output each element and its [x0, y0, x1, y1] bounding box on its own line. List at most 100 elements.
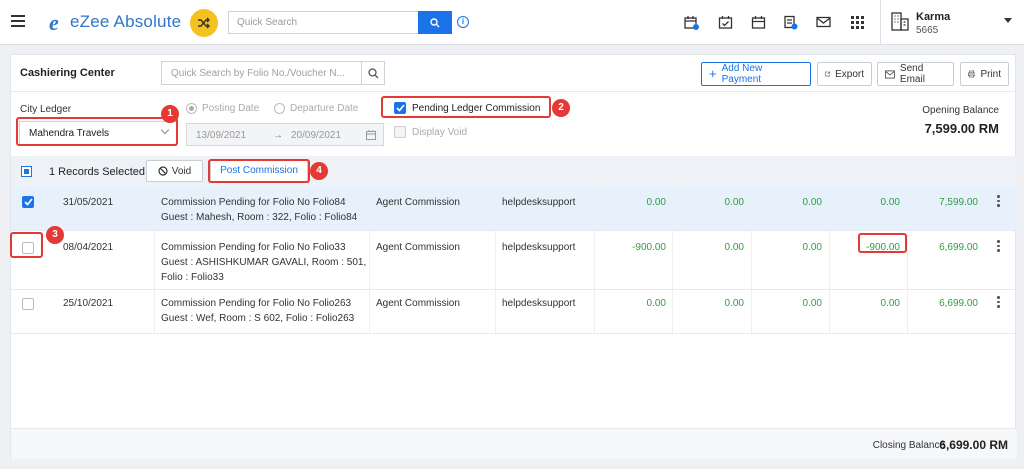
annotation-highlight	[208, 159, 310, 183]
row-balance: 6,699.00	[939, 298, 978, 309]
row-checkbox[interactable]	[22, 298, 34, 310]
closing-balance-value: 6,699.00 RM	[939, 438, 1008, 452]
print-button[interactable]: Print	[960, 62, 1009, 86]
closing-balance-bar: Closing Balance 6,699.00 RM	[11, 428, 1017, 459]
row-desc-line1: Commission Pending for Folio No Folio263	[161, 298, 352, 309]
annotation-highlight	[381, 96, 551, 118]
user-id: 5665	[916, 25, 939, 36]
annotation-highlight	[858, 233, 907, 253]
more-options-icon[interactable]	[997, 240, 1000, 254]
row-type: Agent Commission	[376, 242, 460, 253]
annotation-badge: 1	[161, 105, 179, 123]
void-button[interactable]: Void	[146, 160, 203, 182]
menu-icon[interactable]	[11, 15, 25, 27]
divider	[11, 91, 1017, 92]
mail-icon[interactable]	[814, 13, 832, 31]
building-icon	[891, 11, 909, 34]
plus-icon: +	[709, 66, 717, 81]
closing-balance-label: Closing Balance	[872, 440, 945, 451]
apps-grid-icon[interactable]	[848, 13, 866, 31]
mail-icon	[885, 69, 895, 79]
row-checkbox[interactable]	[22, 196, 34, 208]
send-email-label: Send Email	[899, 63, 925, 85]
search-button[interactable]	[418, 11, 452, 34]
annotation-badge: 3	[46, 226, 64, 244]
export-button[interactable]: Export	[817, 62, 872, 86]
row-amount-4: 0.00	[880, 298, 900, 309]
document-badge-icon[interactable]	[781, 13, 799, 31]
city-ledger-label: City Ledger	[20, 104, 72, 115]
table-row[interactable]: 31/05/2021 Commission Pending for Folio …	[11, 186, 1017, 231]
more-options-icon[interactable]	[997, 195, 1000, 209]
departure-date-label: Departure Date	[290, 103, 359, 114]
row-desc-line2: Guest : Wef, Room : S 602, Folio : Folio…	[161, 313, 355, 324]
calendar-check-icon[interactable]	[716, 13, 734, 31]
export-icon	[825, 71, 830, 77]
opening-balance-value: 7,599.00 RM	[924, 121, 999, 136]
row-date: 08/04/2021	[63, 242, 114, 253]
page-title: Cashiering Center	[20, 67, 115, 79]
search-icon	[430, 17, 440, 27]
table-row[interactable]: 25/10/2021 Commission Pending for Folio …	[11, 290, 1017, 334]
date-range-field[interactable]: 13/09/2021 → 20/09/2021	[186, 123, 384, 146]
app-logo-text: eZee Absolute	[70, 12, 182, 31]
add-new-payment-button[interactable]: + Add New Payment	[701, 62, 811, 86]
info-icon[interactable]: i	[457, 16, 469, 28]
shuffle-icon[interactable]	[190, 9, 218, 37]
calendar-plus-icon[interactable]	[682, 13, 700, 31]
row-type: Agent Commission	[376, 298, 460, 309]
row-desc-line2: Guest : Mahesh, Room : 322, Folio : Foli…	[161, 212, 358, 223]
search-icon	[367, 67, 378, 78]
row-amount-2: 0.00	[724, 242, 744, 253]
row-amount-2: 0.00	[724, 298, 744, 309]
add-payment-label: Add New Payment	[721, 63, 763, 85]
checkbox-icon	[394, 126, 406, 138]
posting-date-radio[interactable]: Posting Date	[186, 103, 259, 114]
row-amount-1: 0.00	[646, 197, 666, 208]
date-from: 13/09/2021	[196, 130, 247, 141]
records-selected-text: 1 Records Selected	[49, 166, 145, 178]
ban-icon	[158, 166, 168, 176]
records-bar: 1 Records Selected Void Post Commission	[11, 156, 1017, 186]
user-name[interactable]: Karma	[916, 11, 950, 23]
radio-icon	[186, 103, 197, 114]
more-options-icon[interactable]	[997, 296, 1000, 310]
radio-icon	[274, 103, 285, 114]
row-balance: 7,599.00	[939, 197, 978, 208]
posting-date-label: Posting Date	[202, 103, 260, 114]
folio-search-button[interactable]	[361, 61, 385, 85]
row-desc-line1: Commission Pending for Folio No Folio33	[161, 242, 346, 253]
printer-icon	[968, 70, 976, 78]
caret-down-icon[interactable]	[1004, 18, 1012, 23]
row-desc-line2: Guest : ASHISHKUMAR GAVALI, Room : 501,	[161, 257, 367, 268]
row-amount-2: 0.00	[724, 197, 744, 208]
annotation-badge: 2	[552, 99, 570, 117]
top-bar: e eZee Absolute Quick Search i Karma 566…	[0, 0, 1024, 45]
annotation-highlight	[16, 117, 178, 146]
send-email-button[interactable]: Send Email	[877, 62, 954, 86]
quick-search-input[interactable]: Quick Search	[228, 11, 418, 34]
row-date: 31/05/2021	[63, 197, 114, 208]
export-label: Export	[835, 68, 864, 80]
calendar-icon[interactable]	[749, 13, 767, 31]
row-type: Agent Commission	[376, 197, 460, 208]
row-desc-line3: Folio : Folio33	[161, 272, 224, 283]
divider	[880, 0, 881, 45]
calendar-icon	[366, 130, 376, 140]
select-all-checkbox[interactable]	[21, 166, 32, 177]
logo-icon: e	[49, 10, 59, 35]
display-void-label: Display Void	[412, 126, 468, 138]
annotation-badge: 4	[310, 162, 328, 180]
row-desc-line1: Commission Pending for Folio No Folio84	[161, 197, 346, 208]
row-amount-3: 0.00	[802, 242, 822, 253]
display-void-checkbox[interactable]: Display Void	[394, 126, 467, 138]
folio-search-input[interactable]: Quick Search by Folio No./Voucher N...	[161, 61, 361, 85]
departure-date-radio[interactable]: Departure Date	[274, 103, 358, 114]
opening-balance-label: Opening Balance	[922, 105, 999, 116]
row-balance: 6,699.00	[939, 242, 978, 253]
row-amount-3: 0.00	[802, 197, 822, 208]
row-amount-4: 0.00	[880, 197, 900, 208]
row-user: helpdesksupport	[502, 298, 576, 309]
row-date: 25/10/2021	[63, 298, 114, 309]
row-user: helpdesksupport	[502, 197, 576, 208]
